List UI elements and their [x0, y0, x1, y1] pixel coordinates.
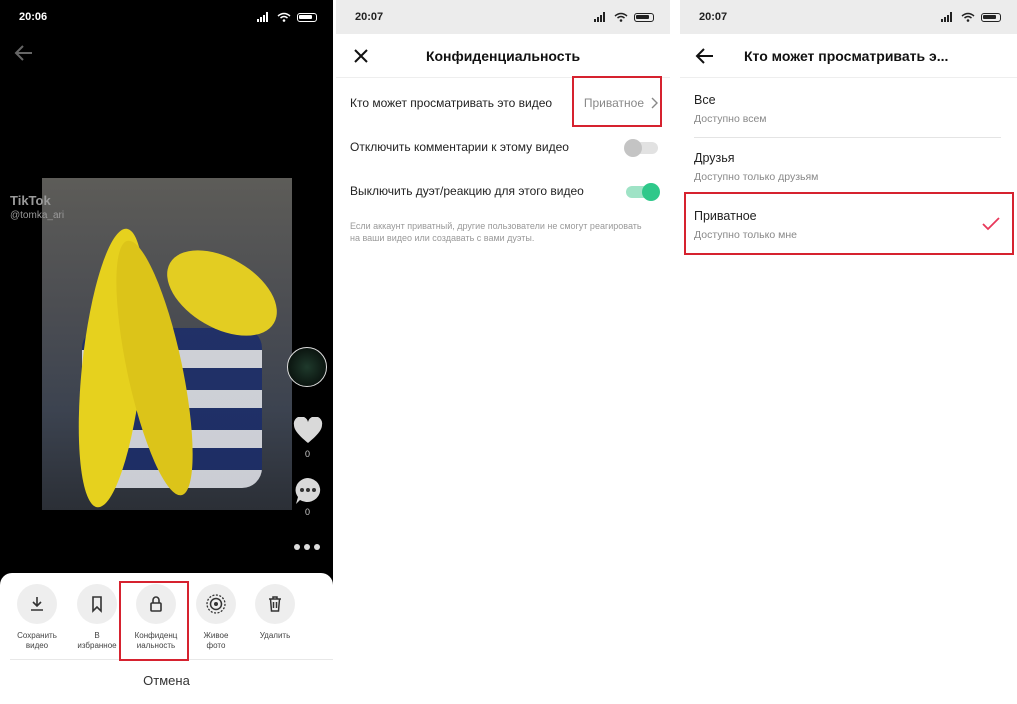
divider	[694, 137, 1001, 138]
live-photo-icon	[206, 594, 226, 614]
option-friends[interactable]: Друзья Доступно только друзьям	[694, 151, 1001, 183]
status-time: 20:06	[19, 11, 48, 23]
comment-icon[interactable]	[293, 476, 323, 506]
battery-icon	[634, 12, 654, 22]
add-to-favorites-button[interactable]: В избранное	[67, 584, 127, 651]
page-title: Кто может просматривать э...	[744, 47, 949, 64]
battery-icon	[297, 12, 317, 22]
status-time: 20:07	[355, 11, 384, 23]
privacy-note: Если аккаунт приватный, другие пользоват…	[350, 221, 642, 243]
video-preview[interactable]	[42, 178, 292, 510]
wifi-icon	[277, 12, 291, 22]
save-video-button[interactable]: Сохранить видео	[7, 584, 67, 651]
highlight-box	[684, 192, 1014, 255]
status-bar: 20:07	[680, 0, 1017, 34]
video-screen: 20:06 TikTok @tomka_ari 0 0 Сохранить ви…	[0, 0, 333, 704]
option-everyone[interactable]: Все Доступно всем	[694, 93, 1001, 125]
cancel-button[interactable]: Отмена	[0, 673, 333, 688]
heart-icon[interactable]	[293, 417, 323, 445]
sound-avatar[interactable]	[287, 347, 327, 387]
back-arrow-icon[interactable]	[694, 45, 716, 67]
battery-icon	[981, 12, 1001, 22]
close-icon[interactable]	[350, 45, 372, 67]
signal-icon	[941, 12, 952, 22]
highlight-box	[572, 76, 662, 127]
live-photo-button[interactable]: Живое фото	[186, 584, 246, 651]
signal-icon	[594, 12, 605, 22]
download-icon	[31, 597, 43, 611]
privacy-settings-screen: 20:07 Конфиденциальность Кто может просм…	[336, 0, 670, 704]
status-bar: 20:06	[0, 0, 333, 34]
header: Конфиденциальность	[336, 34, 670, 78]
highlight-box	[119, 581, 189, 661]
back-arrow-icon[interactable]	[13, 42, 35, 64]
tiktok-watermark: TikTok @tomka_ari	[10, 193, 65, 221]
disable-comments-toggle[interactable]	[624, 139, 658, 157]
page-title: Конфиденциальность	[425, 47, 581, 64]
comment-count: 0	[305, 507, 311, 517]
delete-button[interactable]: Удалить	[245, 584, 305, 641]
status-bar: 20:07	[336, 0, 670, 34]
disable-comments-row: Отключить комментарии к этому видео	[350, 139, 658, 157]
who-can-view-screen: 20:07 Кто может просматривать э... Все Д…	[680, 0, 1017, 704]
wifi-icon	[961, 12, 975, 22]
status-time: 20:07	[699, 11, 728, 23]
more-icon[interactable]	[294, 544, 320, 550]
trash-icon	[269, 596, 281, 612]
bookmark-icon	[92, 596, 102, 613]
like-count: 0	[305, 449, 311, 459]
disable-duet-row: Выключить дуэт/реакцию для этого видео	[350, 183, 660, 201]
signal-icon	[257, 12, 268, 22]
disable-duet-toggle[interactable]	[626, 183, 660, 201]
header: Кто может просматривать э...	[680, 34, 1017, 78]
wifi-icon	[614, 12, 628, 22]
